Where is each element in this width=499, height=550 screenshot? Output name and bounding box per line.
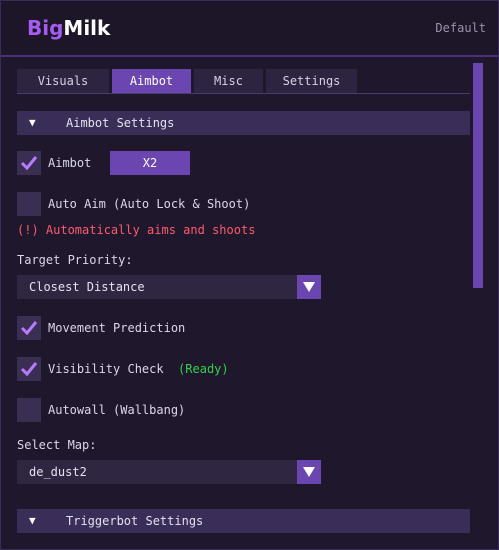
visibility-check-label: Visibility Check xyxy=(48,362,164,376)
auto-aim-row: Auto Aim (Auto Lock & Shoot) xyxy=(17,192,317,216)
autowall-label: Autowall (Wallbang) xyxy=(48,403,186,417)
tab-misc[interactable]: Misc xyxy=(194,69,263,93)
aimbot-checkbox[interactable] xyxy=(17,151,41,175)
checkmark-icon xyxy=(20,362,38,377)
profile-label[interactable]: Default xyxy=(435,21,486,35)
tab-underline xyxy=(17,93,470,94)
section-aimbot-settings[interactable]: ▼ Aimbot Settings xyxy=(17,111,470,135)
brand-part1: Big xyxy=(27,16,64,40)
dropdown-arrow-icon[interactable] xyxy=(297,460,321,484)
section-triggerbot-title: Triggerbot Settings xyxy=(66,514,204,528)
visibility-check-checkbox[interactable] xyxy=(17,357,41,381)
brand-part2: Milk xyxy=(63,16,111,40)
select-map-label: Select Map: xyxy=(17,438,97,452)
select-map-value: de_dust2 xyxy=(29,465,87,479)
target-priority-value: Closest Distance xyxy=(29,280,145,294)
aimbot-keybind-button[interactable]: X2 xyxy=(110,151,190,175)
section-aimbot-title: Aimbot Settings xyxy=(66,116,175,130)
collapse-triangle-icon: ▼ xyxy=(29,116,36,129)
target-priority-label: Target Priority: xyxy=(17,253,133,267)
dropdown-arrow-icon[interactable] xyxy=(297,275,321,299)
auto-aim-warning: (!) Automatically aims and shoots xyxy=(17,223,256,237)
collapse-triangle-icon: ▼ xyxy=(29,514,36,527)
scrollbar-thumb[interactable] xyxy=(473,63,483,288)
aimbot-row: Aimbot X2 xyxy=(17,151,317,175)
main-window: BigMilk Default Visuals Aimbot Misc Sett… xyxy=(0,0,499,550)
movement-prediction-checkbox[interactable] xyxy=(17,316,41,340)
checkmark-icon xyxy=(20,321,38,336)
aimbot-label: Aimbot xyxy=(48,156,92,170)
visibility-check-text: Visibility Check (Ready) xyxy=(48,357,229,381)
tab-aimbot[interactable]: Aimbot xyxy=(112,69,191,93)
autowall-checkbox[interactable] xyxy=(17,398,41,422)
auto-aim-label: Auto Aim (Auto Lock & Shoot) xyxy=(48,197,251,211)
tab-bar: Visuals Aimbot Misc Settings xyxy=(17,69,357,93)
tab-visuals[interactable]: Visuals xyxy=(17,69,109,93)
visibility-check-row: Visibility Check (Ready) xyxy=(17,357,317,381)
movement-prediction-label: Movement Prediction xyxy=(48,321,186,335)
tab-settings[interactable]: Settings xyxy=(266,69,357,93)
brand-logo: BigMilk xyxy=(27,16,110,40)
section-triggerbot-settings[interactable]: ▼ Triggerbot Settings xyxy=(17,509,470,533)
auto-aim-checkbox[interactable] xyxy=(17,192,41,216)
target-priority-select[interactable]: Closest Distance xyxy=(17,275,321,299)
movement-prediction-row: Movement Prediction xyxy=(17,316,317,340)
visibility-status-badge: (Ready) xyxy=(178,362,229,376)
title-bar: BigMilk Default xyxy=(1,1,498,57)
checkmark-icon xyxy=(20,156,38,171)
content-panel: Visuals Aimbot Misc Settings ▼ Aimbot Se… xyxy=(1,57,498,549)
select-map-dropdown[interactable]: de_dust2 xyxy=(17,460,321,484)
autowall-row: Autowall (Wallbang) xyxy=(17,398,317,422)
